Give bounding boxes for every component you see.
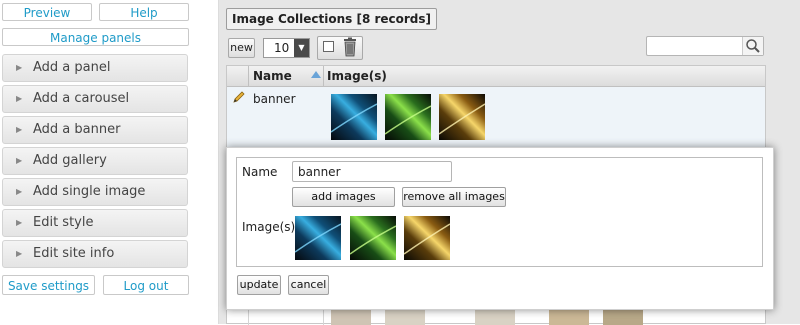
chevron-right-icon: ▶ xyxy=(16,249,23,258)
name-column-label: Name xyxy=(253,69,292,83)
sidebar-item-edit-site-info[interactable]: ▶ Edit site info xyxy=(2,240,188,268)
edit-form: Name add images remove all images Image(… xyxy=(236,157,763,267)
search-button[interactable] xyxy=(742,37,763,55)
sidebar-item-label: Add a carousel xyxy=(33,91,130,106)
select-all-checkbox[interactable] xyxy=(323,41,334,52)
sidebar-item-add-single-image[interactable]: ▶ Add single image xyxy=(2,178,188,206)
trash-icon[interactable] xyxy=(341,37,359,57)
search-box xyxy=(646,36,764,56)
sidebar-item-edit-style[interactable]: ▶ Edit style xyxy=(2,209,188,237)
table-header: Name Image(s) xyxy=(227,66,765,87)
chevron-right-icon: ▶ xyxy=(16,125,23,134)
preview-button[interactable]: Preview xyxy=(2,3,92,21)
row-name: banner xyxy=(253,92,296,106)
search-input[interactable] xyxy=(649,38,745,56)
chevron-down-icon: ▼ xyxy=(294,39,309,57)
sidebar-item-label: Add a banner xyxy=(33,122,121,137)
cancel-button[interactable]: cancel xyxy=(288,275,329,295)
collection-title: Image Collections [8 records] xyxy=(226,8,438,30)
sidebar-item-add-gallery[interactable]: ▶ Add gallery xyxy=(2,147,188,175)
pencil-icon[interactable] xyxy=(232,90,246,104)
chevron-right-icon: ▶ xyxy=(16,63,23,72)
sidebar: Preview Help Manage panels ▶ Add a panel… xyxy=(0,0,192,324)
update-button[interactable]: update xyxy=(237,275,281,295)
add-images-button[interactable]: add images xyxy=(292,187,395,207)
edit-collection-dialog: Name add images remove all images Image(… xyxy=(226,147,774,310)
page-size-value: 10 xyxy=(274,41,290,55)
new-button[interactable]: new xyxy=(228,38,255,58)
header-spacer xyxy=(227,66,249,86)
sidebar-item-add-panel[interactable]: ▶ Add a panel xyxy=(2,54,188,82)
sidebar-item-add-banner[interactable]: ▶ Add a banner xyxy=(2,116,188,144)
chevron-right-icon: ▶ xyxy=(16,187,23,196)
green-lights-image[interactable] xyxy=(350,216,396,260)
gold-lights-image[interactable] xyxy=(404,216,450,260)
search-icon xyxy=(746,39,760,53)
chevron-right-icon: ▶ xyxy=(16,156,23,165)
sidebar-item-add-carousel[interactable]: ▶ Add a carousel xyxy=(2,85,188,113)
save-settings-button[interactable]: Save settings xyxy=(2,275,95,295)
table-row[interactable]: banner xyxy=(227,87,765,147)
chevron-right-icon: ▶ xyxy=(16,94,23,103)
images-column-header: Image(s) xyxy=(327,69,387,83)
manage-panels-button[interactable]: Manage panels xyxy=(2,28,189,46)
images-label: Image(s) xyxy=(242,220,296,234)
green-lights-thumb xyxy=(385,94,431,140)
log-out-button[interactable]: Log out xyxy=(103,275,189,295)
help-button[interactable]: Help xyxy=(99,3,189,21)
gold-lights-thumb xyxy=(439,94,485,140)
sort-ascending-icon xyxy=(311,71,321,78)
sidebar-item-label: Add gallery xyxy=(33,153,107,168)
remove-all-images-button[interactable]: remove all images xyxy=(402,187,506,207)
blue-lights-thumb xyxy=(331,94,377,140)
sidebar-item-label: Add a panel xyxy=(33,60,111,75)
chevron-right-icon: ▶ xyxy=(16,218,23,227)
name-column-header[interactable]: Name xyxy=(248,66,324,86)
sidebar-item-label: Add single image xyxy=(33,184,146,199)
name-label: Name xyxy=(242,165,278,179)
sidebar-item-label: Edit style xyxy=(33,215,94,230)
name-field[interactable] xyxy=(292,161,452,182)
sidebar-item-label: Edit site info xyxy=(33,246,115,261)
blue-lights-image[interactable] xyxy=(295,216,341,260)
page-size-select[interactable]: 10 ▼ xyxy=(263,38,310,58)
